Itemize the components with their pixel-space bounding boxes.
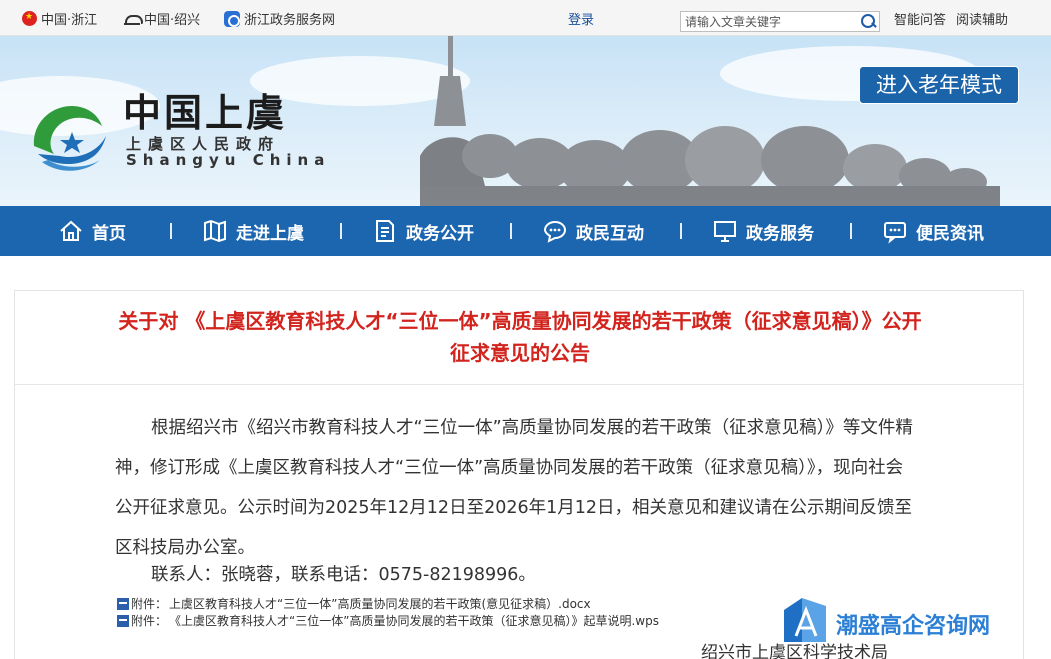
site-english-name: Shangyu China — [126, 151, 331, 169]
article-title-box: 关于对 《上虞区教育科技人才“三位一体”高质量协同发展的若干政策（征求意见稿）》… — [15, 291, 1023, 385]
article-contact: 联系人：张晓蓉，联系电话：0575-82198996。 — [151, 565, 536, 585]
nav-divider — [170, 223, 172, 239]
nav-item-gov-open[interactable]: 政务公开 — [372, 206, 474, 256]
national-emblem-icon — [22, 11, 37, 26]
main-nav: 首页 走进上虞 政务公开 政民互动 政务服务 便民资讯 — [0, 206, 1051, 256]
nav-item-label: 政务服务 — [746, 223, 814, 244]
article-title: 关于对 《上虞区教育科技人才“三位一体”高质量协同发展的若干政策（征求意见稿）》… — [118, 309, 922, 365]
nav-item-label: 政务公开 — [406, 223, 474, 244]
nav-item-interaction[interactable]: 政民互动 — [542, 206, 644, 256]
attachment-item[interactable]: 附件： 《上虞区教育科技人才“三位一体”高质量协同发展的若干政策（征求意见稿）》… — [117, 612, 659, 629]
nav-divider — [850, 223, 852, 239]
watermark-text: 潮盛高企咨询网 — [836, 613, 991, 639]
search-box — [680, 11, 880, 32]
nav-item-home[interactable]: 首页 — [58, 206, 126, 256]
nav-item-about[interactable]: 走进上虞 — [202, 206, 304, 256]
top-bar: 中国·浙江 中国·绍兴 浙江政务服务网 登录 智能问答 阅读辅助 — [0, 0, 1051, 36]
nav-item-label: 政民互动 — [576, 223, 644, 244]
attachment-item[interactable]: 附件： 上虞区教育科技人才“三位一体”高质量协同发展的若干政策(意见征求稿）.d… — [117, 595, 591, 612]
elephant-statues-image — [420, 36, 1000, 206]
nav-item-label: 便民资讯 — [916, 223, 984, 244]
map-icon — [204, 219, 226, 243]
wps-document-icon — [117, 614, 129, 627]
attachment-prefix: 附件： — [131, 614, 168, 628]
header-banner: 中国上虞 上虞区人民政府 Shangyu China 进入老年模式 — [0, 36, 1051, 206]
article-body: 根据绍兴市《绍兴市教育科技人才“三位一体”高质量协同发展的若干政策（征求意见稿）… — [115, 418, 913, 558]
monitor-icon — [714, 221, 736, 242]
reading-aid-link[interactable]: 阅读辅助 — [956, 9, 1008, 28]
shaoxing-hat-icon — [124, 12, 143, 26]
zhejiang-portal-icon — [224, 10, 240, 27]
shaoxing-link[interactable]: 中国·绍兴 — [124, 9, 200, 28]
shaoxing-link-label: 中国·绍兴 — [144, 13, 201, 28]
attachment-link[interactable]: 《上虞区教育科技人才“三位一体”高质量协同发展的若干政策（征求意见稿）》起草说明… — [169, 612, 659, 629]
attachment-prefix: 附件： — [131, 597, 168, 611]
home-icon — [60, 220, 82, 241]
message-icon — [884, 222, 906, 244]
attachment-link[interactable]: 上虞区教育科技人才“三位一体”高质量协同发展的若干政策(意见征求稿）.docx — [169, 595, 591, 612]
nav-item-services[interactable]: 政务服务 — [712, 206, 814, 256]
zhejiang-link[interactable]: 中国·浙江 — [22, 9, 97, 28]
zhejiang-link-label: 中国·浙江 — [41, 13, 98, 28]
search-icon[interactable] — [859, 13, 877, 31]
nav-divider — [680, 223, 682, 239]
nav-divider — [340, 223, 342, 239]
word-document-icon — [117, 597, 129, 610]
nav-divider — [510, 223, 512, 239]
portal-link-label: 浙江政务服务网 — [244, 13, 336, 28]
nav-item-label: 首页 — [92, 223, 126, 244]
site-name: 中国上虞 — [123, 90, 288, 135]
portal-link[interactable]: 浙江政务服务网 — [224, 9, 335, 28]
watermark-logo-icon — [784, 598, 826, 642]
chat-icon — [543, 220, 567, 243]
document-icon — [376, 220, 394, 242]
nav-item-label: 走进上虞 — [236, 223, 304, 244]
shangyu-logo-icon — [33, 106, 106, 171]
elder-mode-button[interactable]: 进入老年模式 — [859, 66, 1019, 104]
watermark: 潮盛高企咨询网 — [782, 594, 1012, 648]
login-link[interactable]: 登录 — [568, 9, 594, 28]
nav-item-info[interactable]: 便民资讯 — [882, 206, 984, 256]
search-input[interactable] — [681, 12, 857, 31]
smart-qa-link[interactable]: 智能问答 — [894, 9, 946, 28]
